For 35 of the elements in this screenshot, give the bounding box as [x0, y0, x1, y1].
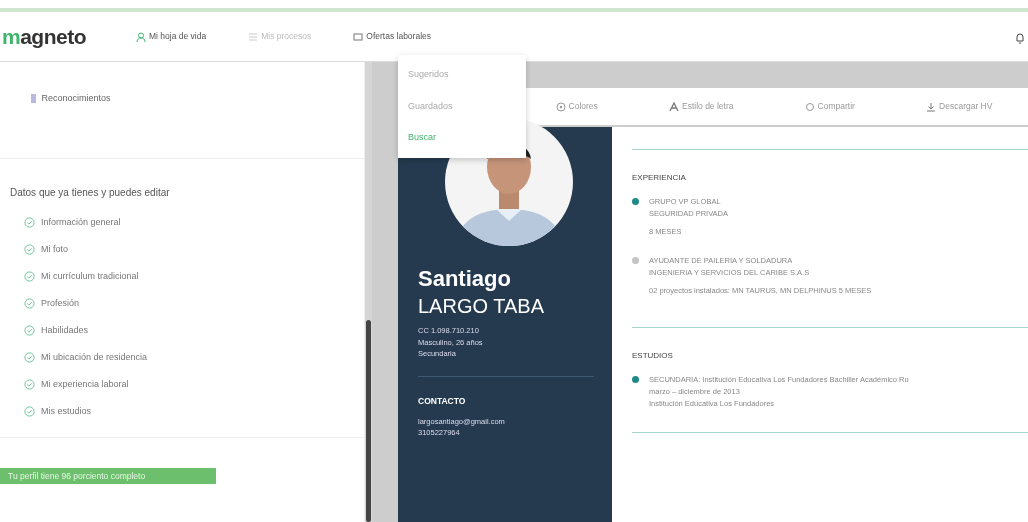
toolbar-button[interactable]: Colores	[549, 99, 604, 114]
card-icon	[353, 31, 364, 42]
checklist-item[interactable]: Mi ubicación de residencia	[41, 350, 148, 365]
toolbar-button[interactable]: Estilo de letra	[663, 99, 740, 114]
last-name: LARGO TABA	[418, 295, 545, 318]
nav-link[interactable]: Mi hoja de vida	[134, 28, 209, 45]
bell-icon	[1016, 32, 1024, 44]
person-icon	[136, 31, 147, 42]
toolbar-button[interactable]: Descargar HV	[920, 99, 999, 114]
list-icon	[248, 31, 259, 42]
sidebar-item[interactable]: Reconocimientos	[41, 92, 111, 106]
dropdown-item[interactable]: Buscar	[398, 122, 526, 154]
toolbar-button[interactable]: Compartir	[798, 99, 861, 114]
checklist-item[interactable]: Mi foto	[41, 242, 68, 257]
section-heading: EXPERIENCIA	[632, 172, 687, 184]
dropdown-item[interactable]: Guardados	[398, 90, 526, 122]
scrollbar-thumb[interactable]	[366, 320, 371, 522]
palette-icon	[555, 101, 566, 112]
contact-title: CONTACTO	[418, 395, 467, 408]
section-title: Datos que ya tienes y puedes editar	[10, 185, 171, 200]
checklist-item[interactable]: Mis estudios	[41, 405, 92, 419]
logo[interactable]: magneto	[2, 20, 87, 53]
checklist-item[interactable]: Habilidades	[41, 323, 89, 338]
progress-banner: Tu perfil tiene 96 porciento completo	[0, 467, 216, 485]
nav-link[interactable]: Ofertas laborales	[351, 28, 433, 45]
first-name: Santiago	[418, 267, 512, 292]
checklist-item[interactable]: Mi experiencia laboral	[41, 378, 129, 392]
share-icon	[804, 101, 815, 112]
checklist-item[interactable]: Información general	[41, 215, 121, 229]
medal-icon	[30, 93, 37, 105]
section-heading: ESTUDIOS	[632, 349, 674, 362]
download-icon	[926, 101, 937, 112]
checklist-item[interactable]: Mi currículum tradicional	[41, 269, 139, 284]
checklist-item[interactable]: Profesión	[41, 296, 80, 311]
font-icon	[669, 101, 679, 112]
